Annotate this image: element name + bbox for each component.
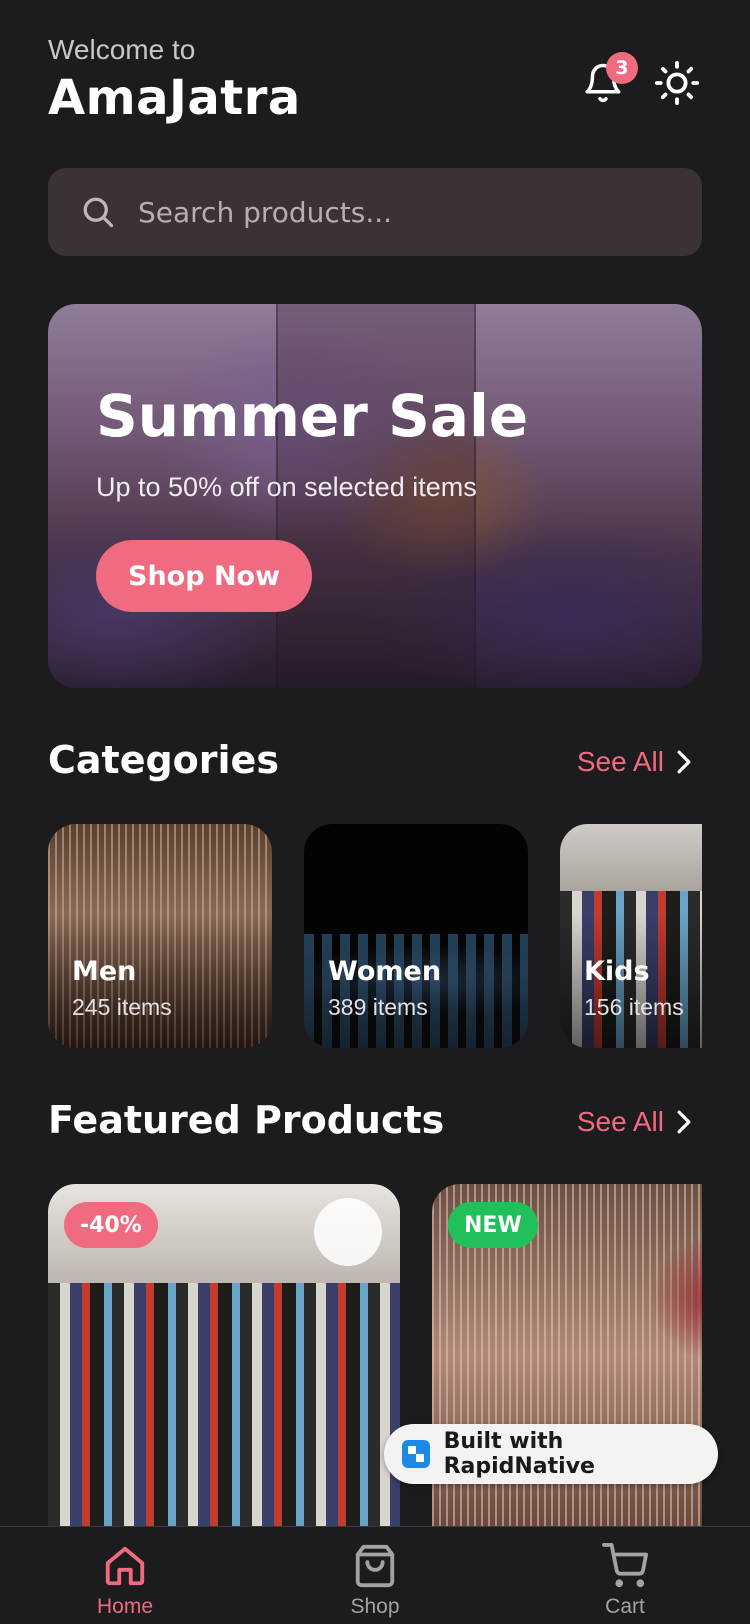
header-actions: 3: [578, 52, 702, 108]
banner-title: Summer Sale: [96, 382, 529, 450]
featured-see-all[interactable]: See All: [577, 1106, 694, 1138]
notification-badge: 3: [606, 52, 638, 84]
category-name: Women: [328, 956, 442, 987]
categories-see-all[interactable]: See All: [577, 746, 694, 778]
category-name: Kids: [584, 956, 650, 987]
tab-label: Home: [96, 1595, 154, 1618]
category-count: 156 items: [584, 994, 684, 1020]
featured-products-title: Featured Products: [48, 1098, 445, 1142]
header: Welcome to AmaJatra 3: [48, 34, 702, 134]
home-icon: [105, 1546, 145, 1586]
discount-badge: -40%: [64, 1202, 158, 1248]
tab-label: Shop: [350, 1595, 400, 1618]
built-with-rapidnative-badge[interactable]: Built with RapidNative: [384, 1424, 718, 1484]
shopping-bag-icon: [355, 1544, 395, 1588]
search-icon: [83, 197, 114, 228]
categories-list: Men 245 items Women 389 items Kids 156 i…: [48, 824, 702, 1048]
see-all-label: See All: [576, 1106, 664, 1137]
favorite-button[interactable]: [314, 1198, 382, 1266]
category-count: 389 items: [328, 994, 428, 1020]
new-badge: NEW: [448, 1202, 538, 1248]
category-name: Men: [72, 956, 137, 987]
category-card-men[interactable]: Men 245 items: [48, 824, 272, 1048]
theme-toggle-button[interactable]: [652, 58, 702, 108]
categories-title: Categories: [48, 738, 279, 782]
category-card-kids[interactable]: Kids 156 items: [560, 824, 702, 1048]
search-input[interactable]: [138, 195, 638, 229]
shop-now-button[interactable]: Shop Now: [96, 540, 313, 612]
cart-icon: [602, 1543, 648, 1588]
category-card-women[interactable]: Women 389 items: [304, 824, 528, 1048]
product-card[interactable]: -40%: [48, 1184, 400, 1526]
banner-subtitle: Up to 50% off on selected items: [96, 472, 477, 502]
bottom-tab-bar: Home Shop Cart: [0, 1526, 750, 1624]
summer-sale-banner: Summer Sale Up to 50% off on selected it…: [48, 304, 702, 688]
tab-home[interactable]: Home: [50, 1543, 200, 1619]
sun-icon: [654, 60, 700, 106]
rapidnative-logo-icon: [402, 1440, 430, 1468]
see-all-label: See All: [576, 746, 664, 777]
category-count: 245 items: [72, 994, 172, 1020]
tab-label: Cart: [605, 1595, 645, 1618]
search-bar[interactable]: [48, 168, 702, 256]
notifications-button[interactable]: 3: [578, 52, 638, 108]
tab-cart[interactable]: Cart: [550, 1543, 700, 1619]
tab-shop[interactable]: Shop: [300, 1543, 450, 1619]
chevron-right-icon: [677, 750, 691, 774]
chevron-right-icon: [677, 1110, 691, 1134]
rapidnative-label: Built with RapidNative: [443, 1429, 595, 1479]
